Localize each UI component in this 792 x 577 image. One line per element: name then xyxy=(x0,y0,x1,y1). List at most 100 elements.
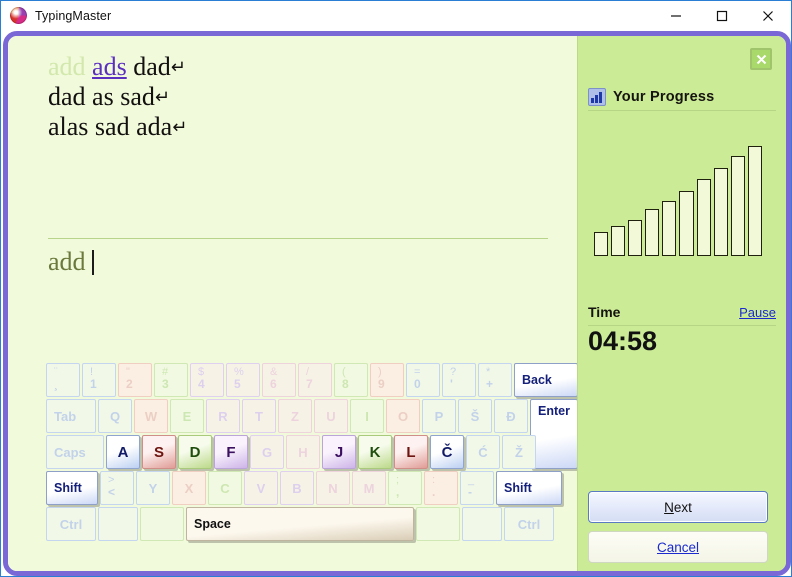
key-digit6[interactable]: & 6 xyxy=(262,363,296,397)
key-h[interactable]: H xyxy=(286,435,320,469)
key-k[interactable]: K xyxy=(358,435,392,469)
key-v[interactable]: V xyxy=(244,471,278,505)
key-digit4[interactable]: $4 xyxy=(190,363,224,397)
time-label: Time xyxy=(588,304,621,320)
key-rctrl[interactable]: Ctrl xyxy=(504,507,554,541)
key-lwin[interactable] xyxy=(98,507,138,541)
key-b[interactable]: B xyxy=(280,471,314,505)
key-s[interactable]: S xyxy=(142,435,176,469)
key-o[interactable]: O xyxy=(386,399,420,433)
sidebar-close-button[interactable] xyxy=(750,48,772,70)
key-label: Q xyxy=(109,408,121,424)
next-button[interactable]: Next xyxy=(588,491,768,523)
exercise-word-pending: ada xyxy=(136,112,173,141)
key-d[interactable]: D xyxy=(178,435,212,469)
progress-bar xyxy=(679,191,694,256)
key-c[interactable]: C xyxy=(208,471,242,505)
window-title: TypingMaster xyxy=(35,8,112,23)
key-j[interactable]: J xyxy=(322,435,356,469)
key-t[interactable]: T xyxy=(242,399,276,433)
pause-link[interactable]: Pause xyxy=(739,305,776,320)
key-label: K xyxy=(369,443,381,461)
key-digit5[interactable]: % 5 xyxy=(226,363,260,397)
key-digit1[interactable]: ! 1 xyxy=(82,363,116,397)
key-label: Č xyxy=(441,443,453,461)
key-label: I xyxy=(365,408,369,424)
progress-bar xyxy=(730,155,745,256)
key-lshift[interactable]: Shift xyxy=(46,471,98,505)
minimize-icon[interactable] xyxy=(653,1,699,30)
key-rshift[interactable]: Shift xyxy=(496,471,562,505)
key-legend-shifted: : xyxy=(432,474,436,486)
exercise-word-pending: sad xyxy=(94,112,130,141)
key-minus[interactable]: _ - xyxy=(460,471,494,505)
key-backquote[interactable]: ¨ ¸ xyxy=(46,363,80,397)
time-value: 04:58 xyxy=(588,326,658,356)
key-lalt[interactable] xyxy=(140,507,184,541)
key-digit8[interactable]: (8 xyxy=(334,363,368,397)
key-label: Space xyxy=(194,517,231,531)
key-digit3[interactable]: #3 xyxy=(154,363,188,397)
typed-line[interactable]: add xyxy=(48,246,94,278)
key-space[interactable]: Space xyxy=(186,507,414,541)
next-button-accelerator: N xyxy=(664,499,674,515)
key-label: Ctrl xyxy=(59,516,83,532)
keyboard-row-bottom-row: Ctrl Space Ctrl xyxy=(46,507,554,541)
close-icon[interactable] xyxy=(745,1,791,30)
key-digit0[interactable]: = 0 xyxy=(406,363,440,397)
key-n[interactable]: N xyxy=(316,471,350,505)
progress-bar xyxy=(611,226,626,256)
key-e[interactable]: E xyxy=(170,399,204,433)
key-sh[interactable]: Š xyxy=(458,399,492,433)
key-i[interactable]: I xyxy=(350,399,384,433)
key-y[interactable]: Y xyxy=(136,471,170,505)
exercise-word-current: ads xyxy=(92,52,127,81)
key-plus[interactable]: * + xyxy=(478,363,512,397)
key-m[interactable]: M xyxy=(352,471,386,505)
key-p[interactable]: P xyxy=(422,399,456,433)
cancel-button-label: Cancel xyxy=(656,539,700,555)
key-altgr[interactable] xyxy=(416,507,460,541)
key-w[interactable]: W xyxy=(134,399,168,433)
key-label: M xyxy=(363,480,375,496)
progress-bar xyxy=(645,208,660,256)
key-label: F xyxy=(226,443,236,461)
key-capslock[interactable]: Caps xyxy=(46,435,104,469)
key-tab[interactable]: Tab xyxy=(46,399,96,433)
key-label: V xyxy=(256,480,266,496)
key-angle[interactable]: > < xyxy=(100,471,134,505)
key-label: N xyxy=(328,480,338,496)
key-rwin[interactable] xyxy=(462,507,502,541)
key-r[interactable]: R xyxy=(206,399,240,433)
key-period[interactable]: :. xyxy=(424,471,458,505)
key-cc[interactable]: Č xyxy=(430,435,464,469)
key-digit7[interactable]: /7 xyxy=(298,363,332,397)
exercise-word-pending: as xyxy=(92,82,114,111)
key-x[interactable]: X xyxy=(172,471,206,505)
key-z[interactable]: Z xyxy=(278,399,312,433)
key-comma[interactable]: ;, xyxy=(388,471,422,505)
key-cacute[interactable]: Ć xyxy=(466,435,500,469)
key-a[interactable]: A xyxy=(106,435,140,469)
maximize-icon[interactable] xyxy=(699,1,745,30)
key-legend-base: 8 xyxy=(342,377,349,391)
key-f[interactable]: F xyxy=(214,435,248,469)
key-u[interactable]: U xyxy=(314,399,348,433)
key-l[interactable]: L xyxy=(394,435,428,469)
key-legend-base: . xyxy=(432,485,436,499)
key-digit2[interactable]: " 2 xyxy=(118,363,152,397)
key-enter[interactable]: Enter xyxy=(530,399,578,469)
exercise-line: alas sad ada↵ xyxy=(48,112,548,142)
cancel-button[interactable]: Cancel xyxy=(588,531,768,563)
key-lctrl[interactable]: Ctrl xyxy=(46,507,96,541)
typingmaster-window: TypingMaster add ads dad↵ dad as sad↵ alas… xyxy=(0,0,792,577)
key-q[interactable]: Q xyxy=(98,399,132,433)
key-zcaron[interactable]: Ž xyxy=(502,435,536,469)
key-digit9[interactable]: ) 9 xyxy=(370,363,404,397)
key-apostrophe[interactable]: ? ' xyxy=(442,363,476,397)
key-backspace[interactable]: Back xyxy=(514,363,578,397)
key-g[interactable]: G xyxy=(250,435,284,469)
key-dj[interactable]: Đ xyxy=(494,399,528,433)
key-label: H xyxy=(298,444,308,460)
key-legend-base: + xyxy=(486,377,494,391)
